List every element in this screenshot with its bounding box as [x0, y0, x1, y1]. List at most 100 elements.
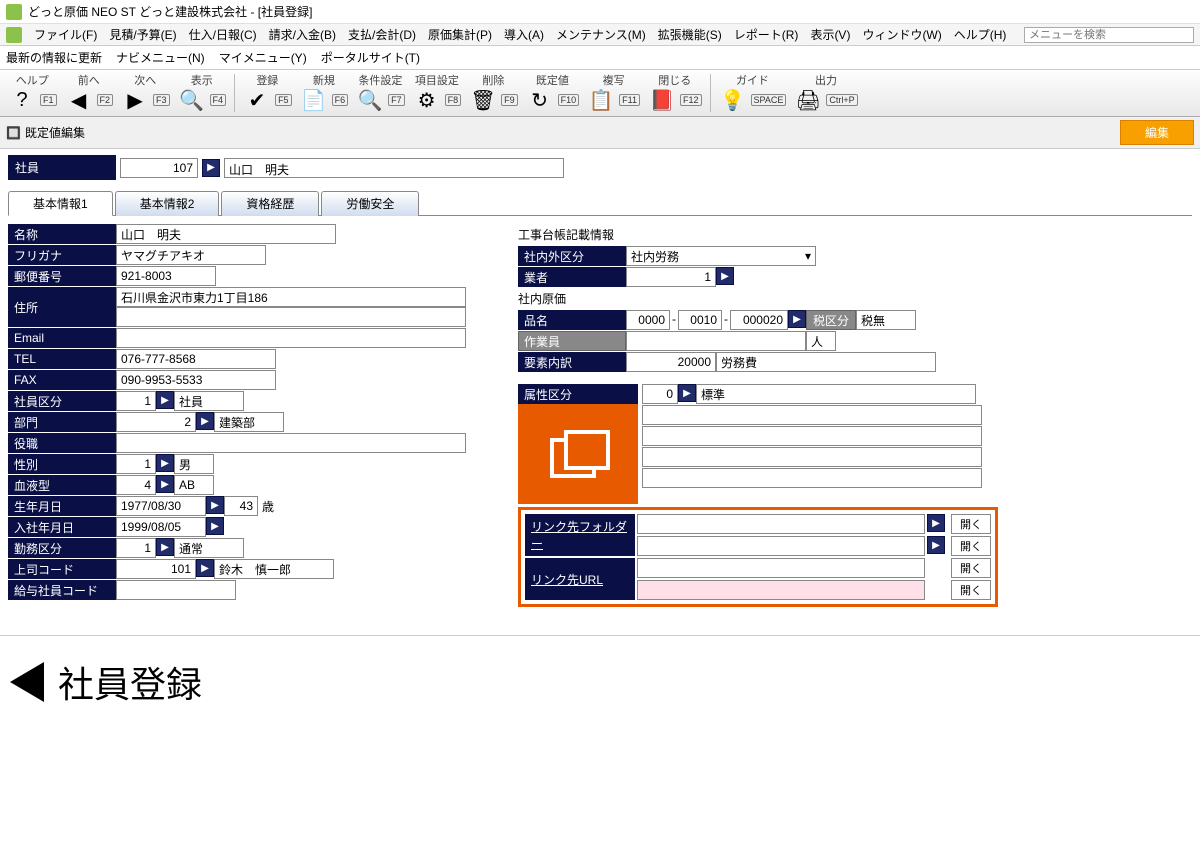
- menu-report[interactable]: レポート(R): [734, 26, 799, 43]
- blood-lookup[interactable]: ▶: [156, 475, 174, 493]
- toolbar-f1[interactable]: ヘルプ?F1: [4, 72, 61, 114]
- kana-input[interactable]: ヤマグチアキオ: [116, 245, 266, 265]
- gender-lookup[interactable]: ▶: [156, 454, 174, 472]
- menu-help[interactable]: ヘルプ(H): [954, 26, 1007, 43]
- empdiv-lookup[interactable]: ▶: [156, 391, 174, 409]
- sub-portal[interactable]: ポータルサイト(T): [321, 49, 420, 66]
- menu-maintenance[interactable]: メンテナンス(M): [556, 26, 646, 43]
- item-lookup[interactable]: ▶: [788, 310, 806, 328]
- toolbar-icon[interactable]: ▶: [121, 86, 149, 114]
- toolbar-ctrl+p[interactable]: 出力🖨Ctrl+P: [790, 72, 861, 114]
- toolbar-icon[interactable]: ⚙: [413, 86, 441, 114]
- workdiv-lookup[interactable]: ▶: [156, 538, 174, 556]
- dept-code[interactable]: 2: [116, 412, 196, 432]
- tab-safety[interactable]: 労働安全: [321, 191, 419, 216]
- menu-search-input[interactable]: [1024, 27, 1194, 43]
- sub-refresh[interactable]: 最新の情報に更新: [6, 49, 102, 66]
- toolbar-f6[interactable]: 新規📄F6: [296, 72, 353, 114]
- menu-extension[interactable]: 拡張機能(S): [658, 26, 722, 43]
- menu-purchase[interactable]: 仕入/日報(C): [189, 26, 257, 43]
- item3-input[interactable]: 000020: [730, 310, 788, 330]
- boss-lookup[interactable]: ▶: [196, 559, 214, 577]
- url-label[interactable]: リンク先URL: [525, 558, 635, 600]
- toolbar-f7[interactable]: 条件設定🔍F7: [352, 72, 409, 114]
- employee-lookup-button[interactable]: ▶: [202, 159, 220, 177]
- toolbar-icon[interactable]: 🖨: [794, 86, 822, 114]
- menu-cost[interactable]: 原価集計(P): [428, 26, 492, 43]
- toolbar-f10[interactable]: 既定値↻F10: [522, 72, 584, 114]
- zip-input[interactable]: 921-8003: [116, 266, 216, 286]
- tel-input[interactable]: 076-777-8568: [116, 349, 276, 369]
- menu-estimate[interactable]: 見積/予算(E): [109, 26, 176, 43]
- addr1-input[interactable]: 石川県金沢市東力1丁目186: [116, 287, 466, 307]
- empdiv-code[interactable]: 1: [116, 391, 156, 411]
- vendor-code[interactable]: 1: [626, 267, 716, 287]
- folder-input-2[interactable]: [637, 536, 925, 556]
- sub-navmenu[interactable]: ナビメニュー(N): [116, 49, 205, 66]
- item2-input[interactable]: 0010: [678, 310, 722, 330]
- hire-picker[interactable]: ▶: [206, 517, 224, 535]
- toolbar-f2[interactable]: 前へ◀F2: [61, 72, 118, 114]
- attr-lookup[interactable]: ▶: [678, 384, 696, 402]
- url-input-1[interactable]: [637, 558, 925, 578]
- attr-code[interactable]: 0: [642, 384, 678, 404]
- folder-input-1[interactable]: [637, 514, 925, 534]
- tab-basic1[interactable]: 基本情報1: [8, 191, 113, 216]
- url-open-1[interactable]: 開く: [951, 558, 991, 578]
- toolbar-icon[interactable]: ◀: [65, 86, 93, 114]
- attr-row2[interactable]: [642, 426, 982, 446]
- sub-mymenu[interactable]: マイメニュー(Y): [219, 49, 307, 66]
- toolbar-icon[interactable]: 📄: [300, 86, 328, 114]
- folder-open-1[interactable]: 開く: [951, 514, 991, 534]
- toolbar-f8[interactable]: 項目設定⚙F8: [409, 72, 466, 114]
- folder-browse-2[interactable]: ▶: [927, 536, 945, 554]
- toolbar-icon[interactable]: ↻: [526, 86, 554, 114]
- menu-payment[interactable]: 支払/会計(D): [348, 26, 416, 43]
- attr-row3[interactable]: [642, 447, 982, 467]
- tab-qualification[interactable]: 資格経歴: [221, 191, 319, 216]
- fax-input[interactable]: 090-9953-5533: [116, 370, 276, 390]
- attr-row1[interactable]: [642, 405, 982, 425]
- toolbar-f5[interactable]: 登録✔F5: [239, 72, 296, 114]
- item1-input[interactable]: 0000: [626, 310, 670, 330]
- toolbar-icon[interactable]: ✔: [243, 86, 271, 114]
- tab-basic2[interactable]: 基本情報2: [115, 191, 220, 216]
- url-open-2[interactable]: 開く: [951, 580, 991, 600]
- email-input[interactable]: [116, 328, 466, 348]
- menu-search[interactable]: [1024, 27, 1194, 43]
- inout-select[interactable]: 社内労務▾: [626, 246, 816, 266]
- toolbar-f11[interactable]: 複写📋F11: [583, 72, 644, 114]
- menu-window[interactable]: ウィンドウ(W): [862, 26, 941, 43]
- toolbar-f3[interactable]: 次へ▶F3: [117, 72, 174, 114]
- toolbar-f12[interactable]: 閉じる📕F12: [644, 72, 706, 114]
- payroll-input[interactable]: [116, 580, 236, 600]
- menu-intro[interactable]: 導入(A): [504, 26, 544, 43]
- toolbar-icon[interactable]: 🗑: [469, 86, 497, 114]
- attr-row4[interactable]: [642, 468, 982, 488]
- gender-code[interactable]: 1: [116, 454, 156, 474]
- edit-button[interactable]: 編集: [1120, 120, 1194, 145]
- folder-open-2[interactable]: 開く: [951, 536, 991, 556]
- folder-label[interactable]: リンク先フォルダー: [525, 514, 635, 556]
- hire-input[interactable]: 1999/08/05: [116, 517, 206, 537]
- workdiv-code[interactable]: 1: [116, 538, 156, 558]
- blood-code[interactable]: 4: [116, 475, 156, 495]
- addr2-input[interactable]: [116, 307, 466, 327]
- menu-view[interactable]: 表示(V): [810, 26, 850, 43]
- menu-file[interactable]: ファイル(F): [34, 26, 97, 43]
- name-input[interactable]: 山口 明夫: [116, 224, 336, 244]
- toolbar-f9[interactable]: 削除🗑F9: [465, 72, 522, 114]
- toolbar-f4[interactable]: 表示🔍F4: [174, 72, 231, 114]
- toolbar-icon[interactable]: 🔍: [356, 86, 384, 114]
- folder-browse-1[interactable]: ▶: [927, 514, 945, 532]
- birth-input[interactable]: 1977/08/30: [116, 496, 206, 516]
- vendor-lookup[interactable]: ▶: [716, 267, 734, 285]
- element-value[interactable]: 20000: [626, 352, 716, 372]
- dept-lookup[interactable]: ▶: [196, 412, 214, 430]
- toolbar-icon[interactable]: 📋: [587, 86, 615, 114]
- toolbar-icon[interactable]: 🔍: [178, 86, 206, 114]
- toolbar-icon[interactable]: 📕: [648, 86, 676, 114]
- employee-id-input[interactable]: 107: [120, 158, 198, 178]
- url-input-2[interactable]: [637, 580, 925, 600]
- toolbar-icon[interactable]: ?: [8, 86, 36, 114]
